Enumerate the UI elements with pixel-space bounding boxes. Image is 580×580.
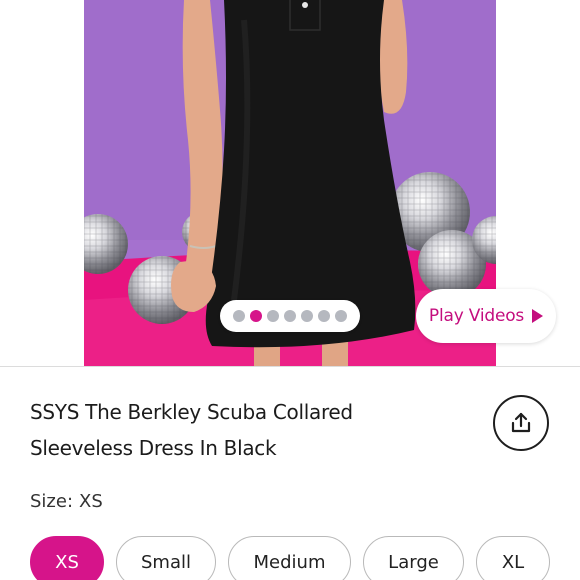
carousel-dot-1[interactable] xyxy=(233,310,245,322)
carousel-dot-2[interactable] xyxy=(250,310,262,322)
size-options: XS Small Medium Large XL xyxy=(30,536,550,580)
carousel-dot-3[interactable] xyxy=(267,310,279,322)
size-option-medium[interactable]: Medium xyxy=(228,536,351,580)
image-divider xyxy=(0,366,580,367)
carousel-dot-5[interactable] xyxy=(301,310,313,322)
carousel-dot-4[interactable] xyxy=(284,310,296,322)
product-title-line-1: SSYS The Berkley Scuba Collared xyxy=(30,400,353,424)
size-option-small[interactable]: Small xyxy=(116,536,216,580)
size-option-large[interactable]: Large xyxy=(363,536,464,580)
size-label: Size: xyxy=(30,491,74,512)
size-option-xs[interactable]: XS xyxy=(30,536,104,580)
carousel-dot-7[interactable] xyxy=(335,310,347,322)
size-label-row: Size: XS xyxy=(30,491,103,512)
play-videos-label: Play Videos xyxy=(428,306,525,326)
share-button[interactable] xyxy=(493,395,549,451)
play-icon xyxy=(532,309,544,323)
product-page: Play Videos SSYS The Berkley Scuba Colla… xyxy=(0,0,580,580)
product-title-line-2: Sleeveless Dress In Black xyxy=(30,436,277,460)
carousel-dot-6[interactable] xyxy=(318,310,330,322)
product-title: SSYS The Berkley Scuba Collared Sleevele… xyxy=(30,394,450,466)
carousel-dots[interactable] xyxy=(220,300,360,332)
size-option-xl[interactable]: XL xyxy=(476,536,550,580)
size-selected-value: XS xyxy=(79,491,103,512)
play-videos-button[interactable]: Play Videos xyxy=(416,289,556,343)
share-icon xyxy=(511,412,531,433)
